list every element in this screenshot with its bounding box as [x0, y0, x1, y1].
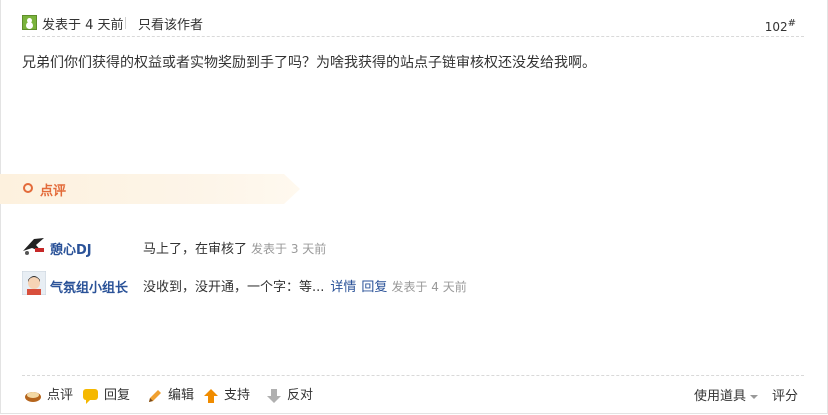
oppose-button-label: 反对 [287, 388, 314, 403]
reply-button-label: 回复 [104, 388, 131, 403]
use-tools-label: 使用道具 [693, 389, 746, 404]
comment-item: 憩心DJ 马上了，在审核了 发表于 3 天前 [22, 233, 802, 261]
support-button[interactable]: 支持 [203, 384, 250, 404]
comment-icon [25, 391, 41, 402]
comment-item: 气氛组小组长 没收到，没开通，一个字：等... 详情 回复 发表于 4 天前 [22, 271, 802, 299]
support-button-label: 支持 [224, 388, 251, 403]
post-header: 发表于 4 天前 只看该作者 102# [22, 12, 804, 37]
comment-time: 发表于 4 天前 [391, 280, 467, 294]
online-status-icon [22, 15, 37, 30]
reply-button[interactable]: 回复 [82, 384, 130, 404]
oppose-icon [267, 388, 281, 403]
comment-circle-icon [23, 183, 33, 193]
comment-text: 马上了，在审核了 [143, 242, 248, 257]
comment-section-title: 点评 [40, 184, 67, 199]
comment-section-banner: 点评 [0, 174, 300, 204]
comment-reply-link[interactable]: 回复 [361, 280, 387, 295]
user-avatar[interactable] [22, 233, 46, 257]
user-avatar[interactable] [22, 271, 46, 295]
comment-user-name[interactable]: 气氛组小组长 [50, 277, 128, 296]
oppose-button[interactable]: 反对 [266, 384, 313, 404]
comment-button-label: 点评 [47, 388, 74, 403]
reply-icon [83, 388, 98, 404]
comment-detail-link[interactable]: 详情 [330, 280, 356, 295]
use-tools-dropdown[interactable]: 使用道具 [694, 385, 758, 404]
support-icon [204, 388, 218, 403]
floor-number[interactable]: 102# [765, 18, 796, 34]
rate-button[interactable]: 评分 [772, 385, 798, 404]
edit-button[interactable]: 编辑 [147, 384, 194, 404]
post-actions: 点评 回复 编辑 支持 反对 使用道具 评分 [22, 375, 804, 412]
floor-number-value: 102 [764, 20, 788, 34]
dropdown-caret-icon [750, 394, 758, 399]
comment-text-wrap: 马上了，在审核了 发表于 3 天前 [143, 238, 326, 257]
edit-icon [149, 389, 161, 402]
author-only-link[interactable]: 只看该作者 [138, 14, 203, 33]
comment-time: 发表于 3 天前 [251, 242, 327, 256]
comment-user-name[interactable]: 憩心DJ [50, 239, 92, 258]
header-divider [125, 17, 126, 29]
floor-mark: # [787, 18, 796, 29]
edit-button-label: 编辑 [168, 388, 195, 403]
post-content: 兄弟们你们获得的权益或者实物奖励到手了吗？为啥我获得的站点子链审核权还没发给我啊… [22, 55, 596, 71]
comment-text: 没收到，没开通，一个字：等... [143, 280, 325, 295]
comment-text-wrap: 没收到，没开通，一个字：等... 详情 回复 发表于 4 天前 [143, 276, 467, 295]
comment-button[interactable]: 点评 [24, 384, 73, 403]
post-time: 发表于 4 天前 [42, 18, 124, 33]
